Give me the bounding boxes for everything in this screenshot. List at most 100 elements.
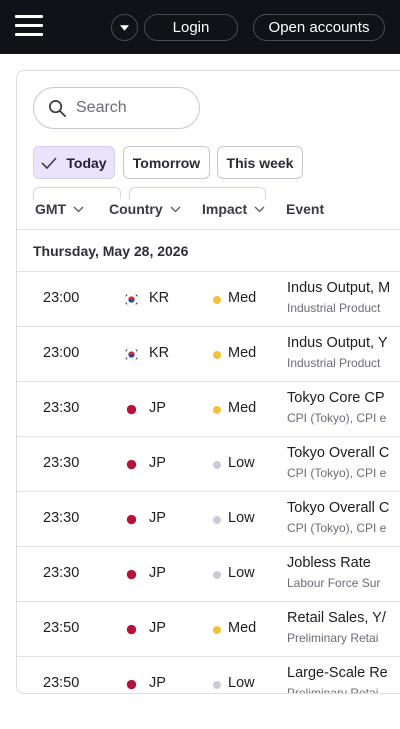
hamburger-icon[interactable] bbox=[15, 15, 43, 37]
impact-dot-icon bbox=[213, 461, 221, 469]
economic-calendar-card: Today Tomorrow This week GMT Country Imp… bbox=[16, 70, 400, 694]
chevron-down-icon bbox=[254, 206, 265, 212]
event-detail: Preliminary Retai bbox=[287, 686, 379, 694]
event-impact: Med bbox=[228, 290, 257, 306]
column-header-gmt[interactable]: GMT bbox=[35, 190, 84, 228]
search-input[interactable] bbox=[76, 99, 186, 117]
event-time: 23:30 bbox=[43, 400, 80, 416]
event-row[interactable]: 23:50 JP Low Large-Scale Re Preliminary Reta… bbox=[17, 657, 400, 694]
filter-today-chip[interactable]: Today bbox=[33, 146, 115, 179]
event-row[interactable]: 23:30 JP Med Tokyo Core CP CPI (Tokyo), CPI … bbox=[17, 382, 400, 437]
filter-this-week-chip[interactable]: This week bbox=[217, 146, 303, 179]
event-country: KR bbox=[149, 290, 170, 306]
event-detail: CPI (Tokyo), CPI e bbox=[287, 411, 387, 425]
open-accounts-button[interactable]: Open accounts bbox=[253, 14, 385, 41]
event-impact: Low bbox=[228, 455, 255, 471]
impact-dot-icon bbox=[213, 516, 221, 524]
column-header-country-label: Country bbox=[109, 201, 163, 217]
login-button[interactable]: Login bbox=[144, 14, 238, 41]
event-detail: Labour Force Sur bbox=[287, 576, 381, 590]
column-header-impact[interactable]: Impact bbox=[202, 190, 265, 228]
event-country: JP bbox=[149, 620, 166, 636]
event-title: Retail Sales, Y/ bbox=[287, 610, 386, 626]
caret-down-icon bbox=[120, 24, 129, 31]
column-header-gmt-label: GMT bbox=[35, 201, 67, 217]
filter-tomorrow-chip[interactable]: Tomorrow bbox=[123, 146, 210, 179]
date-group-header: Thursday, May 28, 2026 bbox=[17, 230, 400, 272]
japan-flag-icon bbox=[126, 624, 137, 635]
event-row[interactable]: 23:50 JP Med Retail Sales, Y/Preliminary Re… bbox=[17, 602, 400, 657]
event-title: Tokyo Overall C bbox=[287, 445, 390, 461]
event-impact: Low bbox=[228, 675, 255, 691]
japan-flag-icon bbox=[126, 514, 137, 525]
event-impact: Med bbox=[228, 345, 257, 361]
event-title: Large-Scale Re bbox=[287, 665, 388, 681]
event-time: 23:50 bbox=[43, 675, 80, 691]
event-country: KR bbox=[149, 345, 170, 361]
event-time: 23:50 bbox=[43, 620, 80, 636]
language-dropdown-button[interactable] bbox=[111, 14, 138, 41]
event-country: JP bbox=[149, 675, 166, 691]
event-time: 23:30 bbox=[43, 510, 80, 526]
column-header-event: Event bbox=[286, 190, 324, 228]
event-impact: Low bbox=[228, 565, 255, 581]
event-info: Tokyo Overall C CPI (Tokyo), CPI e bbox=[287, 444, 400, 482]
event-info: Large-Scale Re Preliminary Retai bbox=[287, 664, 400, 694]
event-country: JP bbox=[149, 510, 166, 526]
event-country: JP bbox=[149, 565, 166, 581]
event-row[interactable]: 23:00 KR Med Indus Output, M Industrial Prod… bbox=[17, 272, 400, 327]
japan-flag-icon bbox=[126, 459, 137, 470]
event-detail: Industrial Product bbox=[287, 301, 381, 315]
japan-flag-icon bbox=[126, 679, 137, 690]
impact-dot-icon bbox=[213, 571, 221, 579]
column-header-event-label: Event bbox=[286, 201, 325, 217]
event-row[interactable]: 23:30 JP Low Tokyo Overall C CPI (Tokyo), CP… bbox=[17, 492, 400, 547]
events-list: 23:00 KR Med Indus Output, M Industrial Prod… bbox=[17, 272, 400, 694]
japan-flag-icon bbox=[126, 569, 137, 580]
event-detail: Preliminary Retai bbox=[287, 631, 379, 645]
impact-dot-icon bbox=[213, 406, 221, 414]
event-title: Jobless Rate bbox=[287, 555, 371, 571]
top-navigation-bar: Login Open accounts bbox=[0, 0, 400, 54]
event-title: Tokyo Core CP bbox=[287, 390, 385, 406]
event-title: Tokyo Overall C bbox=[287, 500, 390, 516]
japan-flag-icon bbox=[126, 404, 137, 415]
event-title: Indus Output, M bbox=[287, 280, 391, 296]
search-box[interactable] bbox=[33, 87, 200, 129]
column-header-country[interactable]: Country bbox=[109, 190, 181, 228]
event-time: 23:30 bbox=[43, 455, 80, 471]
event-info: Jobless Rate Labour Force Sur bbox=[287, 554, 400, 592]
checkmark-icon bbox=[41, 156, 57, 169]
event-time: 23:00 bbox=[43, 290, 80, 306]
event-info: Indus Output, M Industrial Product bbox=[287, 279, 400, 317]
event-impact: Low bbox=[228, 510, 255, 526]
event-title: Indus Output, Y bbox=[287, 335, 388, 351]
impact-dot-icon bbox=[213, 681, 221, 689]
event-time: 23:30 bbox=[43, 565, 80, 581]
column-header-impact-label: Impact bbox=[202, 201, 248, 217]
event-row[interactable]: 23:00 KR Med Indus Output, Y Industrial Prod… bbox=[17, 327, 400, 382]
impact-dot-icon bbox=[213, 296, 221, 304]
event-info: Tokyo Core CP CPI (Tokyo), CPI e bbox=[287, 389, 400, 427]
impact-dot-icon bbox=[213, 626, 221, 634]
impact-dot-icon bbox=[213, 351, 221, 359]
event-country: JP bbox=[149, 400, 166, 416]
filter-today-label: Today bbox=[66, 154, 107, 171]
south-korea-flag-icon bbox=[124, 347, 139, 362]
event-info: Tokyo Overall C CPI (Tokyo), CPI e bbox=[287, 499, 400, 537]
chevron-down-icon bbox=[170, 206, 181, 212]
event-detail: Industrial Product bbox=[287, 356, 381, 370]
event-row[interactable]: 23:30 JP Low Jobless Rate Labour Force Sur bbox=[17, 547, 400, 602]
south-korea-flag-icon bbox=[124, 292, 139, 307]
event-impact: Med bbox=[228, 620, 257, 636]
event-time: 23:00 bbox=[43, 345, 80, 361]
search-icon bbox=[49, 99, 66, 117]
event-country: JP bbox=[149, 455, 166, 471]
event-row[interactable]: 23:30 JP Low Tokyo Overall C CPI (Tokyo), CP… bbox=[17, 437, 400, 492]
event-info: Indus Output, Y Industrial Product bbox=[287, 334, 400, 372]
event-detail: CPI (Tokyo), CPI e bbox=[287, 466, 387, 480]
event-impact: Med bbox=[228, 400, 257, 416]
event-detail: CPI (Tokyo), CPI e bbox=[287, 521, 387, 535]
chevron-down-icon bbox=[73, 206, 84, 212]
event-info: Retail Sales, Y/Preliminary Retai bbox=[287, 609, 400, 647]
